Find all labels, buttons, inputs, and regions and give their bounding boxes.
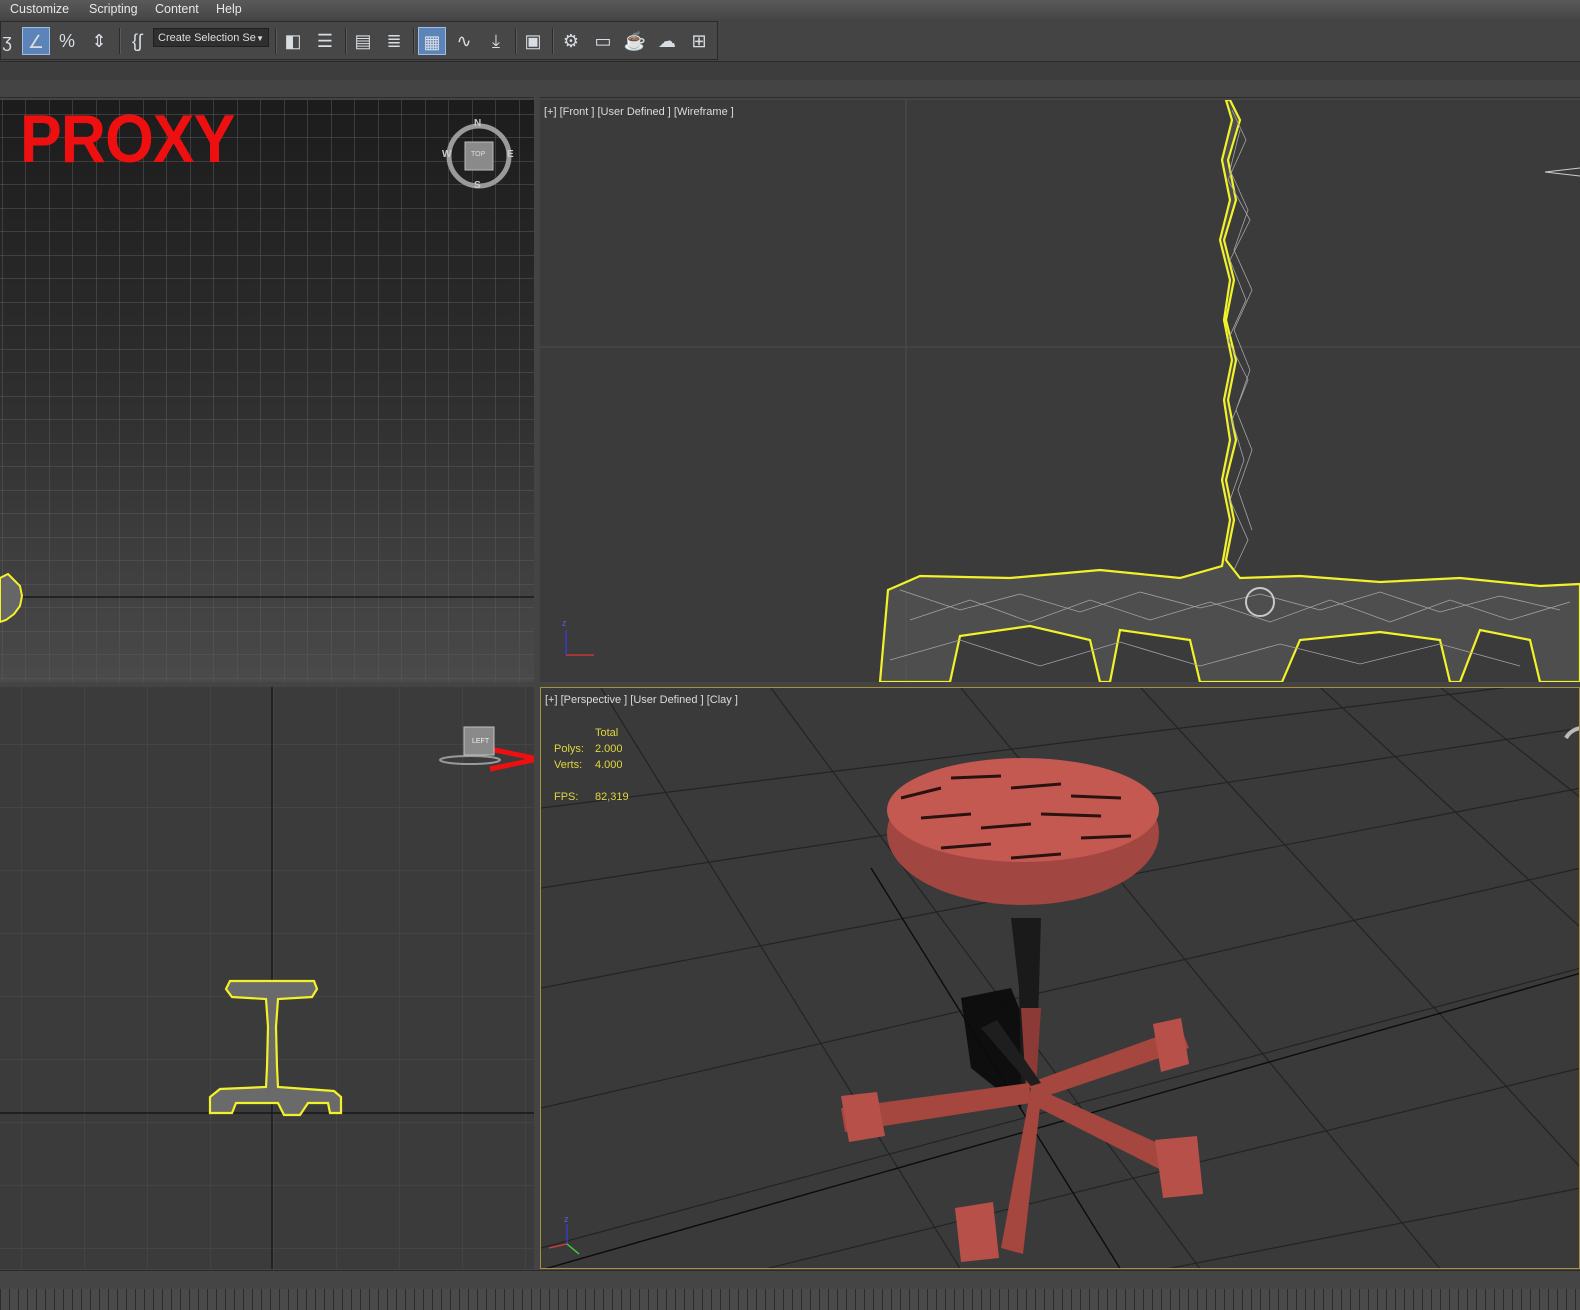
selection-set-value: Create Selection Se xyxy=(158,32,256,44)
perspective-viewport-scene xyxy=(541,688,1579,1268)
render-iterative-icon[interactable]: ☁ xyxy=(653,27,681,55)
viewport-front[interactable]: [+] [Front ] [User Defined ] [Wireframe … xyxy=(540,100,1580,682)
front-viewport-scene xyxy=(540,100,1580,682)
viewcube-face-label: TOP xyxy=(471,151,486,158)
toolbar-separator xyxy=(552,28,554,54)
main-toolbar: ʒ ∠ % ⇕ {ʃ Create Selection Se ▼ ◧ ☰ ▤ ≣… xyxy=(0,19,1580,61)
mirror-icon[interactable]: ◧ xyxy=(279,27,307,55)
axis-z-label: z xyxy=(564,1214,569,1224)
compass-north: N xyxy=(474,118,482,129)
menu-help[interactable]: Help xyxy=(216,2,242,16)
perspective-viewport-label[interactable]: [+] [Perspective ] [User Defined ] [Clay… xyxy=(545,694,738,706)
align-icon[interactable]: ☰ xyxy=(311,27,339,55)
percent-snap-icon[interactable]: % xyxy=(53,27,81,55)
material-editor-icon[interactable]: ▣ xyxy=(519,27,547,55)
menu-scripting[interactable]: Scripting xyxy=(89,2,138,16)
viewport-perspective[interactable]: [+] [Perspective ] [User Defined ] [Clay… xyxy=(540,687,1580,1269)
stats-header: Total xyxy=(595,727,619,739)
stats-fps-value: 82,319 xyxy=(595,791,629,803)
compass-east: E xyxy=(507,149,514,160)
secondary-toolbar-strip xyxy=(0,61,1580,82)
time-slider-bar[interactable] xyxy=(0,1270,1580,1310)
stats-polys-label: Polys: xyxy=(554,743,584,755)
menu-bar: Customize Scripting Content Help xyxy=(0,0,1580,19)
chevron-down-icon: ▼ xyxy=(256,34,264,43)
viewport-top[interactable]: TOP N S W E xyxy=(0,100,534,682)
stats-fps-label: FPS: xyxy=(554,791,579,803)
rendered-frame-window-icon[interactable]: ▭ xyxy=(589,27,617,55)
toolbar-separator xyxy=(275,28,277,54)
left-viewport-scene xyxy=(0,687,534,1269)
compass-west: W xyxy=(442,149,452,160)
curve-editor-icon[interactable]: ∿ xyxy=(450,27,478,55)
angle-snap-icon[interactable]: ∠ xyxy=(22,27,50,55)
viewport-divider-horizontal[interactable] xyxy=(0,682,1580,687)
proxy-overlay-text: PROXY xyxy=(20,101,235,177)
render-icon[interactable]: ☕ xyxy=(621,27,649,55)
viewcube-left-face-label: LEFT xyxy=(472,738,490,745)
stats-polys-value: 2.000 xyxy=(595,743,623,755)
edit-named-selection-icon[interactable]: {ʃ xyxy=(123,27,151,55)
toolbar-separator xyxy=(119,28,121,54)
ribbon-toggle-icon[interactable]: ▦ xyxy=(418,27,446,55)
stool-wireframe-front[interactable] xyxy=(878,100,1580,682)
axis-z-label: z xyxy=(562,618,567,628)
scene-explorer-icon[interactable]: ▤ xyxy=(349,27,377,55)
compass-south: S xyxy=(474,180,481,191)
viewport-layout-icon[interactable]: ⊞ xyxy=(685,27,713,55)
timeline-ticks[interactable] xyxy=(0,1289,1580,1310)
render-setup-icon[interactable]: ⚙ xyxy=(557,27,585,55)
menu-customize[interactable]: Customize xyxy=(10,2,69,16)
viewport-left[interactable]: LEFT xyxy=(0,687,534,1269)
schematic-view-icon[interactable]: ⤓ xyxy=(482,27,510,55)
toolbar-separator xyxy=(345,28,347,54)
ribbon-strip xyxy=(0,80,1580,98)
front-viewport-label[interactable]: [+] [Front ] [User Defined ] [Wireframe … xyxy=(544,106,734,118)
named-selection-set-dropdown[interactable]: Create Selection Se ▼ xyxy=(153,28,269,47)
toolbar-separator xyxy=(413,28,415,54)
layer-explorer-icon[interactable]: ≣ xyxy=(380,27,408,55)
viewcube-top[interactable]: TOP N S W E xyxy=(442,118,514,191)
snap-toggle-icon[interactable]: ʒ xyxy=(0,27,21,55)
toolbar-separator xyxy=(515,28,517,54)
stats-verts-value: 4.000 xyxy=(595,759,623,771)
menu-content[interactable]: Content xyxy=(155,2,199,16)
toolbar-strip: ʒ ∠ % ⇕ {ʃ Create Selection Se ▼ ◧ ☰ ▤ ≣… xyxy=(0,21,718,60)
stats-verts-label: Verts: xyxy=(554,759,583,771)
spinner-snap-icon[interactable]: ⇕ xyxy=(85,27,113,55)
